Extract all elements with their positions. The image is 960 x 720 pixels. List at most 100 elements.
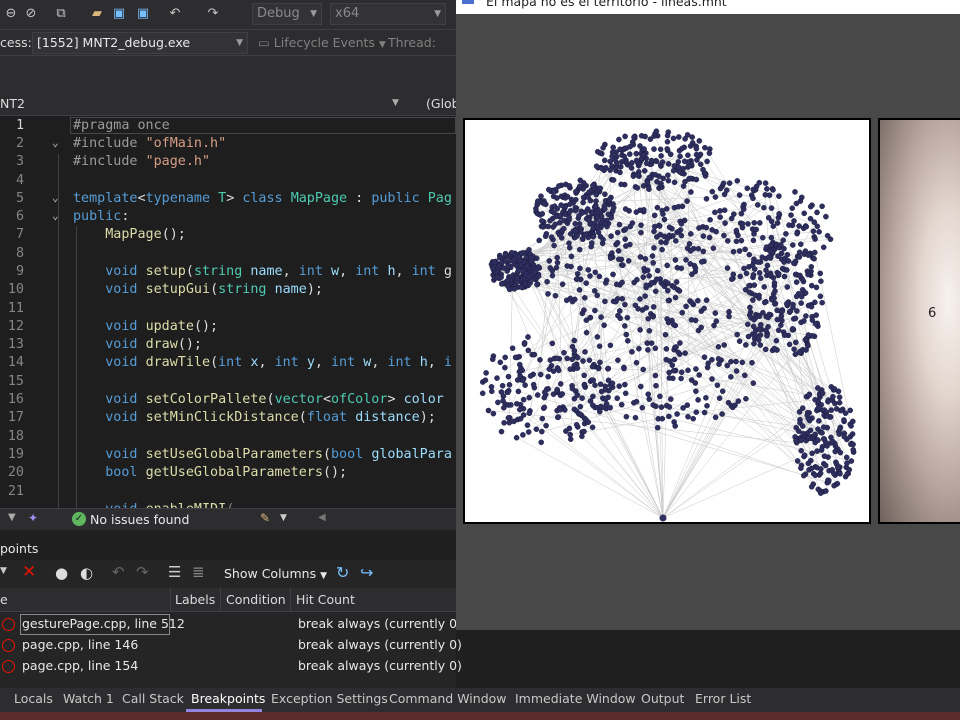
code-line: MapPage();: [105, 227, 186, 242]
zoom-dropdown[interactable]: ▼: [8, 512, 16, 523]
app-window-title: El mapa no es el territorio - lineas.mnt: [486, 0, 727, 9]
code-line: void setUseGlobalParameters(bool globalP…: [105, 447, 452, 462]
go-to-source-icon[interactable]: ↻: [336, 563, 349, 582]
undo-icon[interactable]: ↶: [112, 563, 125, 581]
line-number: 15: [7, 374, 24, 389]
project-dropdown[interactable]: NT2: [0, 96, 25, 111]
tab-exception-settings[interactable]: Exception Settings: [271, 691, 388, 706]
table-row[interactable]: page.cpp, line 146 break always (current…: [0, 635, 462, 656]
code-line: void setColorPallete(vector<ofColor> col…: [105, 392, 444, 407]
breakpoint-hit-count: break always (currently 0): [298, 658, 462, 673]
code-editor[interactable]: 1 2 3 4 5 6 7 8 9 10 11 12 13 14 15 16 17 18 19 20 21 ⌄ ⌄ ⌄ …: [0, 116, 456, 508]
graph-nodes: [479, 128, 857, 522]
tile-number: 6: [928, 306, 937, 321]
column-divider[interactable]: [290, 588, 291, 612]
redo-icon[interactable]: ↷: [136, 563, 149, 581]
breakpoints-toolbar: ▼ ✕ ● ◐ ↶ ↷ ☰ ≣ Show Columns ▼ ↻ ↪: [0, 560, 456, 588]
line-number: 18: [7, 429, 24, 444]
tab-call-stack[interactable]: Call Stack: [122, 691, 184, 706]
breakpoint-name: gesturePage.cpp, line 512: [22, 616, 185, 631]
chevron-down-icon[interactable]: ▼: [280, 513, 287, 523]
fold-icon[interactable]: ⌄: [52, 209, 59, 222]
new-project-icon[interactable]: ⧉: [52, 5, 70, 23]
process-dropdown[interactable]: [1552] MNT2_debug.exe ▼: [32, 32, 248, 54]
no-issues-label[interactable]: No issues found: [90, 512, 189, 527]
chevron-down-icon[interactable]: ▼: [392, 98, 399, 108]
fold-icon[interactable]: ⌄: [52, 136, 59, 149]
line-number: 20: [7, 465, 24, 480]
forward-icon[interactable]: ⊘: [22, 5, 40, 23]
save-all-icon[interactable]: ▣: [134, 5, 152, 23]
line-number: 2: [15, 136, 24, 151]
app-window-titlebar[interactable]: El mapa no es el territorio - lineas.mnt: [456, 0, 960, 14]
tab-command-window[interactable]: Command Window: [389, 691, 507, 706]
fold-icon[interactable]: ⌄: [52, 191, 59, 204]
code-line: #include "ofMain.h": [73, 136, 227, 151]
code-line: bool getUseGlobalParameters();: [105, 465, 348, 480]
line-number: 16: [7, 392, 24, 407]
copilot-icon[interactable]: ✦: [28, 511, 38, 525]
save-icon[interactable]: ▣: [110, 5, 128, 23]
table-row[interactable]: page.cpp, line 154 break always (current…: [0, 656, 462, 677]
lifecycle-label: Lifecycle Events: [273, 35, 375, 50]
map-tile[interactable]: 6: [878, 118, 960, 524]
go-to-disassembly-icon[interactable]: ↪: [360, 563, 373, 582]
line-number: 3: [15, 154, 24, 169]
network-graph: [479, 128, 857, 522]
tab-output[interactable]: Output: [641, 691, 684, 706]
tab-error-list[interactable]: Error List: [695, 691, 751, 706]
breakpoints-title: points: [0, 541, 39, 556]
breakpoints-title-bar: points: [0, 538, 456, 560]
column-divider[interactable]: [220, 588, 221, 612]
column-condition[interactable]: Condition: [226, 592, 286, 607]
check-icon: ✓: [72, 512, 86, 526]
import-icon[interactable]: ≣: [192, 563, 205, 581]
network-graph-canvas[interactable]: [463, 118, 871, 524]
column-name[interactable]: e: [0, 592, 8, 607]
show-columns-button[interactable]: Show Columns ▼: [224, 566, 327, 581]
config-value: Debug: [257, 6, 300, 21]
platform-value: x64: [335, 6, 360, 21]
show-columns-label: Show Columns: [224, 566, 317, 581]
breakpoint-hit-count: break always (currently 0): [298, 616, 462, 631]
toggle-all-icon[interactable]: ◐: [80, 564, 93, 582]
platform-dropdown[interactable]: x64 ▼: [330, 3, 446, 25]
breakpoint-icon[interactable]: [2, 660, 15, 673]
tab-watch-1[interactable]: Watch 1: [63, 691, 114, 706]
tab-immediate-window[interactable]: Immediate Window: [515, 691, 636, 706]
delete-all-icon[interactable]: ●: [55, 564, 68, 582]
chevron-down-icon[interactable]: ▼: [0, 566, 7, 576]
line-number: 12: [7, 319, 24, 334]
column-divider[interactable]: [170, 588, 171, 612]
code-line: void drawTile(int x, int y, int w, int h…: [105, 355, 452, 370]
breakpoint-icon[interactable]: [2, 639, 15, 652]
column-hit-count[interactable]: Hit Count: [296, 592, 355, 607]
breakpoint-icon[interactable]: [2, 618, 15, 631]
code-line: void update();: [105, 319, 219, 334]
chevron-down-icon: ▼: [310, 9, 317, 19]
back-icon[interactable]: ⊖: [2, 5, 20, 23]
scroll-left-icon[interactable]: ◀: [318, 512, 326, 523]
breakpoints-header: e Labels Condition Hit Count: [0, 588, 456, 612]
process-label: cess:: [0, 35, 32, 50]
open-folder-icon[interactable]: ▰: [88, 5, 106, 23]
delete-icon[interactable]: ✕: [22, 562, 36, 582]
export-icon[interactable]: ☰: [168, 563, 181, 581]
code-line: #pragma once: [73, 118, 170, 133]
undo-icon[interactable]: ↶: [166, 5, 184, 23]
line-number: 10: [7, 282, 24, 297]
config-dropdown[interactable]: Debug ▼: [252, 3, 322, 25]
line-number: 8: [15, 246, 24, 261]
tab-breakpoints[interactable]: Breakpoints: [191, 691, 265, 706]
redo-icon[interactable]: ↷: [204, 5, 222, 23]
table-row[interactable]: gesturePage.cpp, line 512 break always (…: [0, 614, 462, 635]
status-bar: [0, 712, 960, 720]
breakpoint-hit-count: break always (currently 0): [298, 637, 462, 652]
process-value: [1552] MNT2_debug.exe: [37, 35, 191, 50]
column-labels[interactable]: Labels: [175, 592, 215, 607]
lifecycle-events-button[interactable]: ▭ Lifecycle Events ▼: [258, 35, 386, 50]
lifecycle-icon: ▭: [258, 35, 274, 50]
tab-locals[interactable]: Locals: [14, 691, 53, 706]
scope-dropdown[interactable]: (Glob: [426, 96, 460, 111]
cleanup-icon[interactable]: ✎: [260, 511, 270, 525]
